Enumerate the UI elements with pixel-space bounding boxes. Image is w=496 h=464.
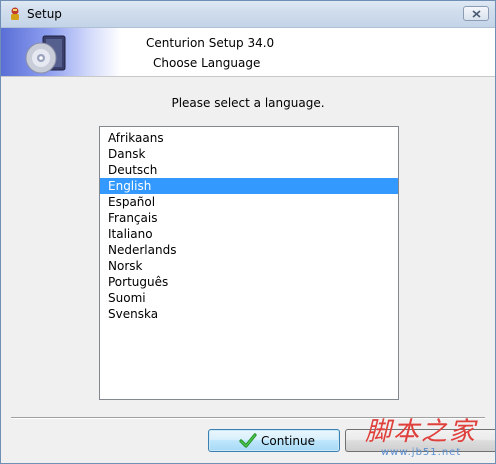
close-icon — [472, 10, 481, 18]
language-option[interactable]: Dansk — [100, 146, 398, 162]
header-subtitle: Choose Language — [153, 56, 261, 70]
language-option[interactable]: Português — [100, 274, 398, 290]
language-option[interactable]: English — [100, 178, 398, 194]
wizard-header: Centurion Setup 34.0 Choose Language — [1, 28, 495, 77]
setup-knight-icon — [7, 6, 23, 22]
title-bar[interactable]: Setup — [1, 1, 495, 28]
site-watermark: 脚本之家 www.jb51.net — [361, 409, 491, 461]
setup-window: Setup Centurion Setup 34.0 Choose Langua… — [0, 0, 496, 464]
header-title: Centurion Setup 34.0 — [146, 36, 275, 50]
watermark-url: www.jb51.net — [381, 447, 462, 458]
language-option[interactable]: Afrikaans — [100, 130, 398, 146]
language-option[interactable]: Italiano — [100, 226, 398, 242]
language-listbox[interactable]: Afrikaans Dansk Deutsch English Español Franç… — [99, 126, 399, 400]
language-option[interactable]: Deutsch — [100, 162, 398, 178]
checkmark-icon — [239, 433, 257, 452]
language-option[interactable]: Español — [100, 194, 398, 210]
header-banner — [1, 28, 121, 76]
cd-disc-icon — [23, 30, 71, 76]
language-option[interactable]: Norsk — [100, 258, 398, 274]
language-option[interactable]: Nederlands — [100, 242, 398, 258]
watermark-text: 脚本之家 — [365, 417, 478, 447]
language-option[interactable]: Français — [100, 210, 398, 226]
continue-label: Continue — [261, 434, 315, 448]
language-option[interactable]: Svenska — [100, 306, 398, 322]
language-prompt: Please select a language. — [171, 96, 325, 110]
window-title: Setup — [27, 7, 62, 21]
language-option[interactable]: Suomi — [100, 290, 398, 306]
continue-button[interactable]: Continue — [208, 429, 340, 452]
close-button[interactable] — [463, 6, 489, 21]
